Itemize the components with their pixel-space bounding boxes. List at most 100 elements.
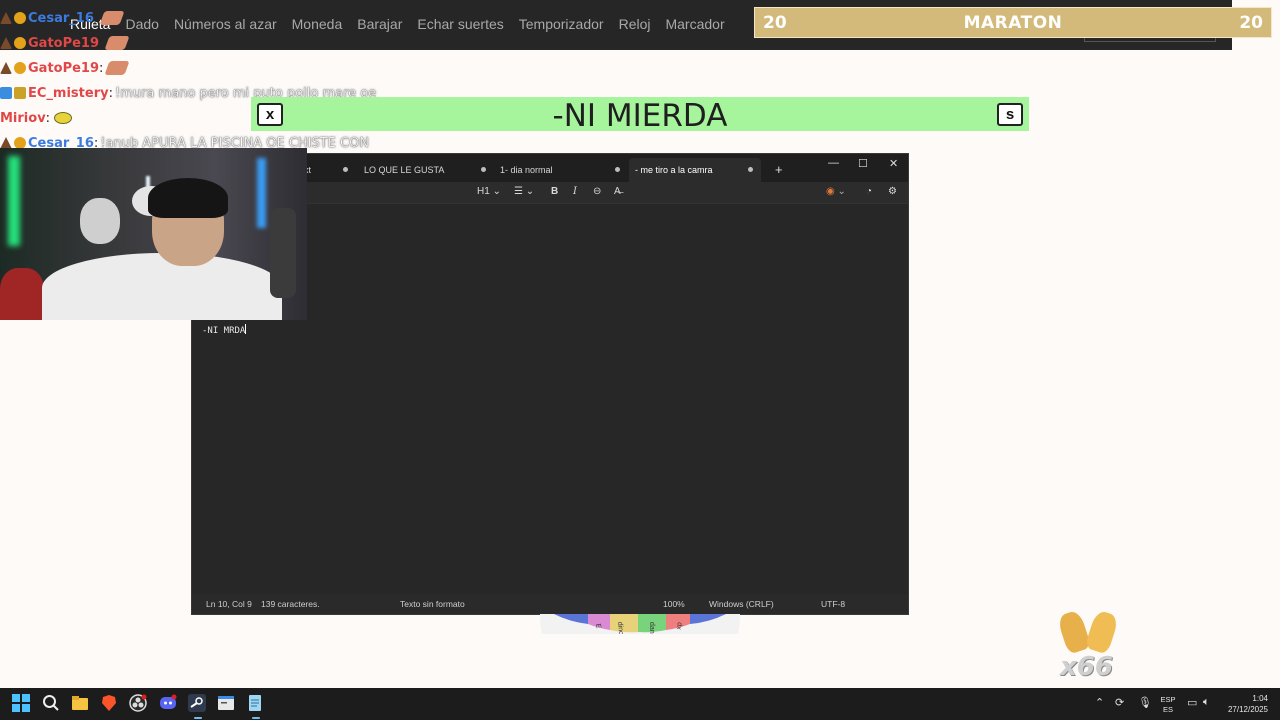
chat-username: Cesar_16 <box>28 10 94 26</box>
nav-item-temporizador[interactable]: Temporizador <box>519 16 604 32</box>
roulette-wheel[interactable]: E dino dani dx <box>540 560 740 634</box>
hand-emote-icon <box>104 61 130 75</box>
search-icon[interactable] <box>42 694 62 714</box>
clear-format-icon[interactable]: A̶ <box>614 186 621 197</box>
tab-label: - me tiro a la camra <box>635 165 713 175</box>
user-badge-icon <box>14 87 26 99</box>
tab-me-tiro-a-la-camra[interactable]: - me tiro a la camra <box>629 158 761 182</box>
chat-separator: : <box>99 35 104 51</box>
network-icon[interactable]: ▭ <box>1187 696 1197 709</box>
text-caret <box>245 324 247 334</box>
chat-separator: : <box>108 85 113 101</box>
nav-item-echar-suertes[interactable]: Echar suertes <box>417 16 503 32</box>
chat-username: Miriov <box>0 110 46 126</box>
user-badge-icon <box>14 62 26 74</box>
chat-username: GatoPe19 <box>28 35 100 51</box>
settings-gear-icon[interactable]: ⚙ <box>888 186 897 197</box>
wheel-label: dani <box>648 622 655 634</box>
clock[interactable]: 1:04 27/12/2025 <box>1224 693 1268 715</box>
maximize-button[interactable]: ☐ <box>858 157 868 170</box>
heading-dropdown[interactable]: H1 ⌄ <box>477 186 501 197</box>
tab-label: LO QUE LE GUSTA <box>364 165 445 175</box>
editor-content: -NI MRDA <box>202 326 246 336</box>
nav-item-barajar[interactable]: Barajar <box>357 16 402 32</box>
chat-separator: : <box>99 60 104 76</box>
file-explorer-icon[interactable] <box>71 694 91 714</box>
user-badge-icon <box>0 37 12 49</box>
lang-region: ES <box>1162 705 1173 714</box>
maraton-title: MARATON <box>963 13 1063 33</box>
clock-date: 27/12/2025 <box>1227 705 1268 714</box>
user-badge-icon <box>14 37 26 49</box>
windows-start-icon[interactable] <box>12 694 32 714</box>
lemon-emote-icon <box>54 112 73 124</box>
notepad-app-icon[interactable] <box>246 694 266 719</box>
subtitle-text: -NI MIERDA <box>552 98 728 134</box>
minimize-button[interactable]: — <box>828 157 839 169</box>
obs-icon[interactable] <box>129 694 149 714</box>
format-mode[interactable]: Texto sin formato <box>400 599 465 609</box>
new-tab-button[interactable]: + <box>775 162 783 177</box>
chat-username: GatoPe19 <box>28 60 100 76</box>
subtitle-s-button[interactable]: s <box>997 103 1023 126</box>
microphone-icon[interactable]: 🎙︎ <box>1138 696 1152 709</box>
close-window-button[interactable]: ✕ <box>889 157 898 170</box>
discord-icon[interactable] <box>159 694 179 714</box>
subtitle-bar: x -NI MIERDA s <box>251 97 1029 134</box>
chat-separator: : <box>93 10 99 26</box>
chat-separator: : <box>45 110 51 126</box>
encoding[interactable]: UTF-8 <box>821 599 845 609</box>
list-dropdown-icon[interactable]: ☰ ⌄ <box>514 186 534 197</box>
nav-item-marcador[interactable]: Marcador <box>665 16 724 32</box>
bold-icon[interactable]: B <box>551 186 558 197</box>
maraton-right-count: 20 <box>1239 13 1263 33</box>
nav-item-moneda[interactable]: Moneda <box>292 16 343 32</box>
clapping-hands-icon <box>1056 609 1092 655</box>
webcam-feed <box>0 148 307 320</box>
tool-menu: Ruleta Dado Números al azar Moneda Barajar Ec… <box>70 16 725 32</box>
heading-label: H1 <box>477 186 490 197</box>
language-indicator[interactable]: ESP ES <box>1159 695 1177 715</box>
cursor-position: Ln 10, Col 9 <box>206 599 252 609</box>
tab-xt[interactable]: xt <box>304 158 348 182</box>
nav-item-reloj[interactable]: Reloj <box>619 16 651 32</box>
char-count: 139 caracteres. <box>261 599 320 609</box>
italic-icon[interactable]: I <box>573 186 577 197</box>
tray-overflow-chevron-icon[interactable]: ⌃ <box>1095 696 1104 709</box>
steam-icon[interactable] <box>188 694 208 719</box>
clock-time: 1:04 <box>1252 694 1268 703</box>
hand-emote-icon <box>104 36 130 50</box>
volume-icon[interactable]: 🔈︎ <box>1203 696 1210 709</box>
clap-count: x66 <box>1060 652 1113 682</box>
copilot-icon[interactable]: ◉ ⌄ <box>826 186 846 197</box>
user-badge-icon <box>14 12 26 24</box>
terminal-app-icon[interactable] <box>217 694 237 714</box>
brave-browser-icon[interactable] <box>100 694 120 714</box>
clap-emote: x66 <box>1056 609 1120 684</box>
tab-label: 1- dia normal <box>500 165 553 175</box>
account-icon[interactable]: ◔ <box>866 186 872 197</box>
hand-emote-icon <box>99 11 125 25</box>
nav-item-dado[interactable]: Dado <box>125 16 158 32</box>
modified-dot-icon <box>615 167 620 172</box>
chat-message: Miriov : <box>0 108 73 128</box>
chat-username: EC_mistery <box>28 85 109 101</box>
nav-item-números-al-azar[interactable]: Números al azar <box>174 16 277 32</box>
modified-dot-icon <box>343 167 348 172</box>
tab-lo-que-le-gusta[interactable]: LO QUE LE GUSTA <box>364 158 486 182</box>
chat-message: Cesar_16 : <box>0 8 125 28</box>
wheel-label: dino <box>616 622 624 634</box>
user-badge-icon <box>0 87 12 99</box>
user-badge-icon <box>0 12 12 24</box>
modified-dot-icon <box>748 167 753 172</box>
chat-message: GatoPe19 : <box>0 33 130 53</box>
modified-dot-icon <box>481 167 486 172</box>
taskbar: ⌃ ⟳ 🎙︎ ESP ES ▭ 🔈︎ 1:04 27/12/2025 <box>0 688 1280 720</box>
link-icon[interactable]: ⊖ <box>593 186 601 197</box>
tab-dia-normal[interactable]: 1- dia normal <box>500 158 620 182</box>
sync-icon[interactable]: ⟳ <box>1115 696 1124 709</box>
lang-code: ESP <box>1160 695 1176 704</box>
text-editor[interactable]: -NI MRDA <box>202 324 247 336</box>
user-badge-icon <box>0 62 12 74</box>
chat-message: GatoPe19 : <box>0 58 130 78</box>
